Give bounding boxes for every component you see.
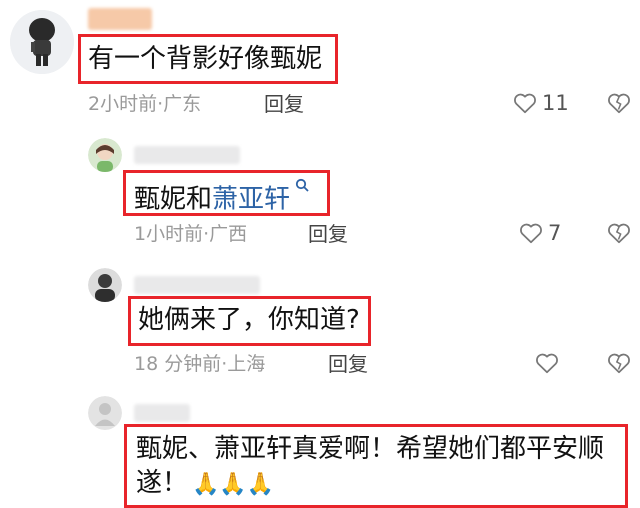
comment-time: 18 分钟前	[134, 353, 222, 375]
comment-text: 甄妮和萧亚轩	[134, 176, 309, 217]
comment-text-line: 甄妮、萧亚轩真爱啊！希望她们都平安顺	[136, 434, 605, 464]
comment-time: 2小时前	[88, 93, 158, 115]
reply-button[interactable]: 回复	[308, 222, 348, 246]
search-link[interactable]: 萧亚轩	[212, 185, 290, 215]
comment-text: 她俩来了，你知道?	[138, 305, 360, 335]
dislike-icon[interactable]	[606, 90, 632, 116]
like-count: 7	[548, 221, 562, 245]
avatar[interactable]	[88, 268, 122, 302]
dislike-icon[interactable]	[606, 350, 632, 376]
heart-icon	[512, 90, 538, 116]
comment-text-prefix: 甄妮和	[134, 184, 213, 215]
avatar[interactable]	[88, 396, 122, 430]
comment-location: 上海	[227, 353, 266, 375]
comment-text-line: 遂！ 🙏🙏🙏	[136, 468, 275, 498]
reply-button[interactable]: 回复	[328, 352, 368, 376]
username-blurred	[134, 146, 240, 164]
comment-location: 广东	[163, 93, 202, 115]
dislike-icon[interactable]	[606, 220, 632, 246]
username-blurred	[134, 276, 260, 294]
comment-text: 甄妮、萧亚轩真爱啊！希望她们都平安顺 遂！ 🙏🙏🙏	[136, 432, 604, 502]
heart-icon	[518, 220, 544, 246]
avatar[interactable]	[10, 10, 74, 74]
comment-meta: 1小时前·广西	[134, 222, 247, 246]
heart-icon[interactable]	[534, 350, 560, 376]
comment-location: 广西	[209, 223, 248, 245]
avatar[interactable]	[88, 138, 122, 172]
pray-emoji: 🙏🙏🙏	[192, 472, 275, 497]
search-icon[interactable]	[290, 178, 309, 202]
comment-meta: 18 分钟前·上海	[134, 352, 265, 376]
username-blurred	[88, 8, 152, 30]
reply-button[interactable]: 回复	[264, 92, 304, 116]
like-count: 11	[542, 91, 569, 115]
comment-time: 1小时前	[134, 223, 204, 245]
comment-meta: 2小时前·广东	[88, 92, 201, 116]
comment-text: 有一个背影好像甄妮	[88, 44, 323, 74]
username-blurred	[134, 404, 190, 422]
